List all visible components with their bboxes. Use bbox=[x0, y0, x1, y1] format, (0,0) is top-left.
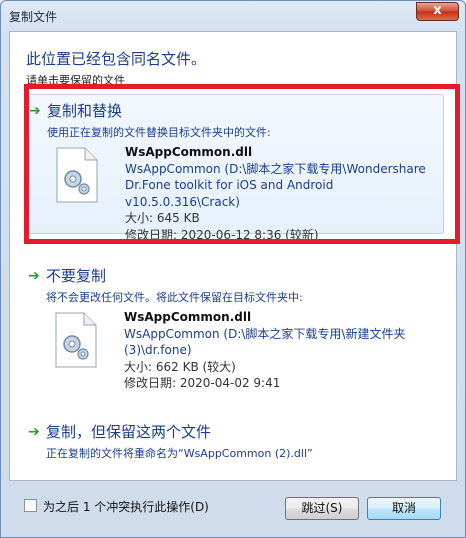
file-modified-date: 修改日期: 2020-04-02 9:41 bbox=[124, 376, 281, 390]
title-bar: 复制文件 x bbox=[1, 1, 465, 31]
green-arrow-icon: ➔ bbox=[28, 268, 40, 284]
option-description: 将不会更改任何文件。将此文件保留在目标文件夹中: bbox=[46, 291, 303, 304]
apply-to-all-label[interactable]: 为之后 1 个冲突执行此操作(D) bbox=[43, 498, 209, 515]
file-modified-date: 修改日期: 2020-06-12 8:36 (较新) bbox=[125, 227, 319, 242]
option-description: 正在复制的文件将重命名为“WsAppCommon (2).dll” bbox=[46, 447, 313, 460]
file-size: 大小: 662 KB (较大) bbox=[124, 359, 236, 374]
option-title: 复制和替换 bbox=[47, 102, 123, 120]
file-path-line: (3)\dr.fone) bbox=[124, 343, 192, 357]
close-button[interactable]: x bbox=[416, 2, 459, 21]
file-path-line: Dr.Fone toolkit for iOS and Android v10.… bbox=[125, 178, 334, 209]
file-details: WsAppCommon.dll WsAppCommon (D:\脚本之家下载专用… bbox=[124, 309, 444, 392]
option-title: 不要复制 bbox=[46, 267, 107, 285]
file-name: WsAppCommon.dll bbox=[125, 145, 253, 159]
file-name: WsAppCommon.dll bbox=[124, 310, 252, 324]
skip-button[interactable]: 跳过(S) bbox=[285, 497, 359, 520]
green-arrow-icon: ➔ bbox=[29, 103, 41, 119]
copy-keep-both-option[interactable]: ➔ 复制，但保留这两个文件 正在复制的文件将重命名为“WsAppCommon (… bbox=[24, 416, 444, 466]
conflict-subheading: 请单击要保留的文件 bbox=[26, 74, 125, 85]
apply-to-all-checkbox[interactable] bbox=[24, 499, 37, 512]
copy-and-replace-option[interactable]: ➔ 复制和替换 使用正在复制的文件替换目标文件夹中的文件: WsAppCommo… bbox=[24, 94, 444, 242]
dll-file-icon bbox=[55, 312, 97, 368]
dll-file-icon bbox=[56, 147, 98, 203]
dialog-content: 此位置已经包含同名文件。 请单击要保留的文件 ➔ 复制和替换 使用正在复制的文件… bbox=[9, 31, 457, 481]
conflict-heading: 此位置已经包含同名文件。 bbox=[26, 50, 207, 68]
window-title: 复制文件 bbox=[9, 10, 58, 24]
option-description: 使用正在复制的文件替换目标文件夹中的文件: bbox=[47, 126, 271, 139]
green-arrow-icon: ➔ bbox=[28, 424, 40, 440]
option-title: 复制，但保留这两个文件 bbox=[46, 423, 212, 441]
file-path-line: WsAppCommon (D:\脚本之家下载专用\新建文件夹 bbox=[124, 326, 406, 341]
dont-copy-option[interactable]: ➔ 不要复制 将不会更改任何文件。将此文件保留在目标文件夹中: WsAppCom… bbox=[24, 260, 444, 390]
cancel-button[interactable]: 取消 bbox=[367, 497, 441, 520]
file-size: 大小: 645 KB bbox=[125, 211, 200, 225]
file-details: WsAppCommon.dll WsAppCommon (D:\脚本之家下载专用… bbox=[125, 144, 445, 243]
copy-file-dialog: 复制文件 x 此位置已经包含同名文件。 请单击要保留的文件 ➔ 复制和替换 使用… bbox=[0, 0, 466, 538]
file-path-line: WsAppCommon (D:\脚本之家下载专用\Wondershare bbox=[125, 161, 426, 176]
